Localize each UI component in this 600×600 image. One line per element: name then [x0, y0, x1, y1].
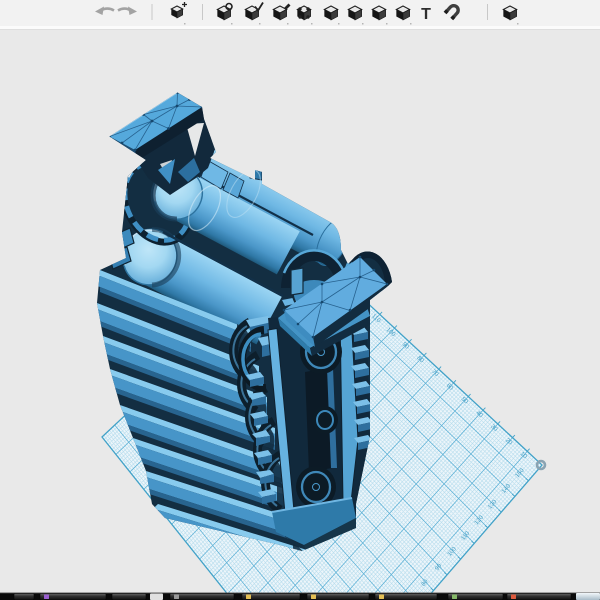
svg-text:T: T [421, 6, 431, 23]
